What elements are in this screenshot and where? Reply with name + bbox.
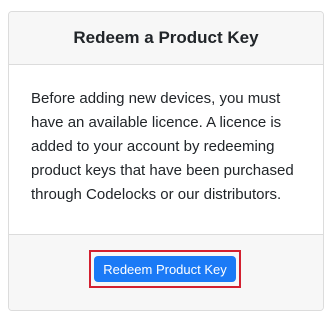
button-highlight-outline: Redeem Product Key [89,250,241,288]
card-header: Redeem a Product Key [9,12,323,65]
redeem-product-key-button[interactable]: Redeem Product Key [94,256,236,282]
card-description: Before adding new devices, you must have… [31,90,294,203]
card-title: Redeem a Product Key [73,28,259,47]
card-body: Before adding new devices, you must have… [9,65,323,235]
redeem-product-key-card: Redeem a Product Key Before adding new d… [8,11,324,311]
card-footer: Redeem Product Key [9,235,323,310]
